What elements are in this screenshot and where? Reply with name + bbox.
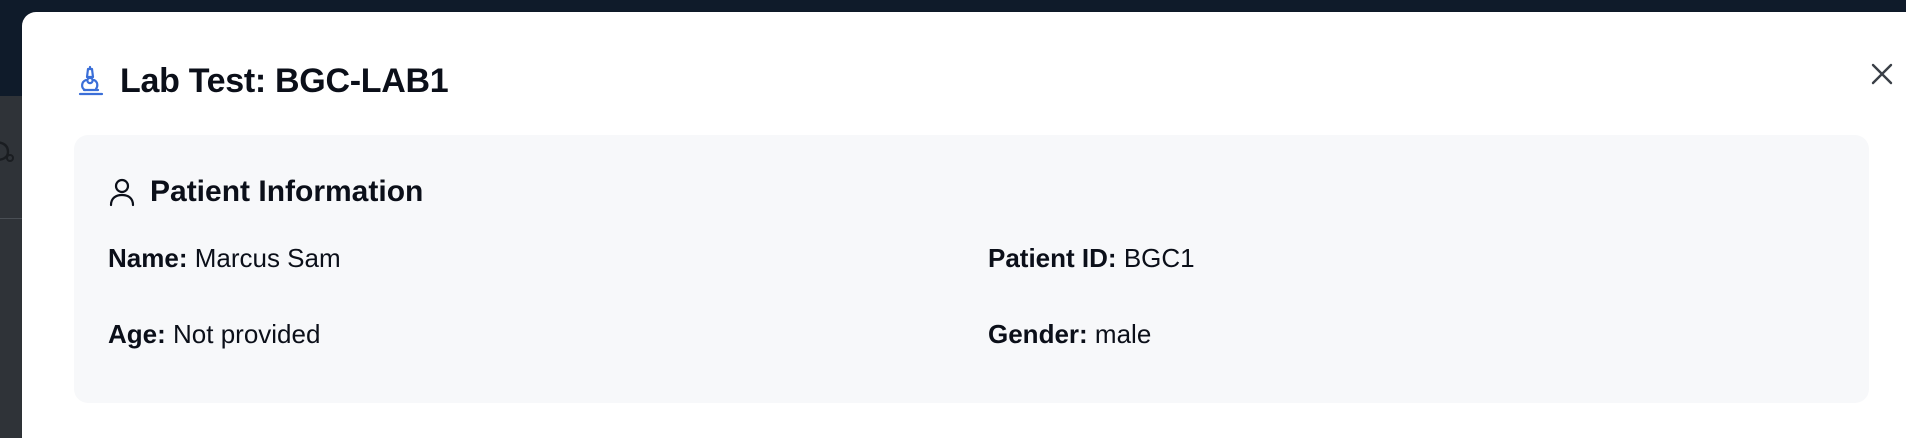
- close-icon: [1871, 63, 1893, 85]
- patient-gender-label: Gender:: [988, 319, 1088, 349]
- patient-id-field: Patient ID: BGC1: [988, 245, 1195, 271]
- lab-test-modal: Lab Test: BGC-LAB1 Patient Information N…: [22, 12, 1906, 438]
- patient-age-field: Age: Not provided: [108, 321, 320, 347]
- patient-age-value: Not provided: [173, 319, 321, 349]
- patient-age-label: Age:: [108, 319, 166, 349]
- patient-name-field: Name: Marcus Sam: [108, 245, 341, 271]
- patient-name-label: Name:: [108, 243, 188, 273]
- background-partial-icon: [0, 141, 14, 162]
- modal-title: Lab Test: BGC-LAB1: [120, 62, 449, 100]
- patient-gender-field: Gender: male: [988, 321, 1151, 347]
- microscope-icon: [78, 65, 104, 96]
- patient-information-card: Patient Information Name: Marcus Sam Pat…: [74, 135, 1869, 403]
- user-icon: [109, 178, 135, 207]
- patient-name-value: Marcus Sam: [194, 243, 341, 273]
- close-button[interactable]: [1862, 54, 1902, 94]
- patient-id-value: BGC1: [1123, 243, 1195, 273]
- modal-header: Lab Test: BGC-LAB1: [76, 62, 449, 100]
- patient-gender-value: male: [1094, 319, 1152, 349]
- patient-information-heading: Patient Information: [150, 175, 424, 208]
- patient-information-header: Patient Information: [108, 177, 423, 207]
- patient-id-label: Patient ID:: [988, 243, 1117, 273]
